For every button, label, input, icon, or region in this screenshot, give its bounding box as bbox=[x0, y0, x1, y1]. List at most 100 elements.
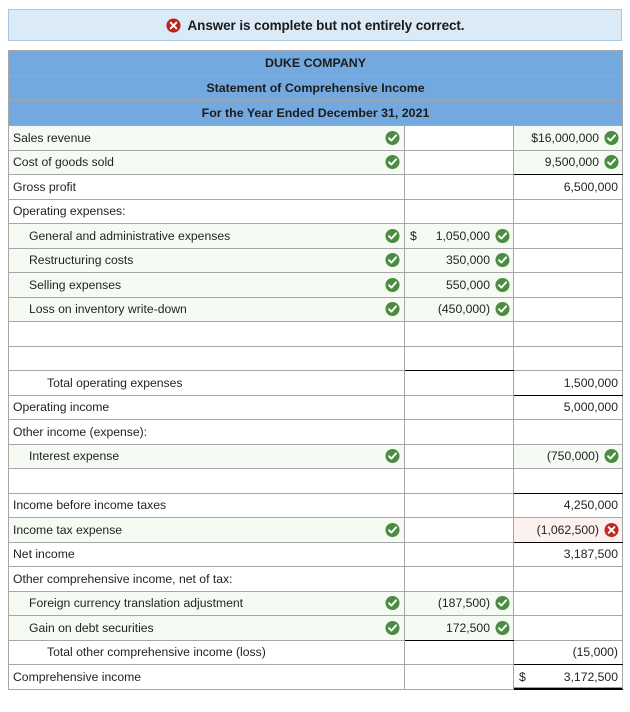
row-right-value-cell bbox=[513, 345, 623, 371]
row-mid-value-cell bbox=[404, 664, 514, 690]
row-label-cell[interactable]: Interest expense bbox=[8, 443, 405, 469]
table-row: Selling expenses 550,000 bbox=[8, 272, 623, 298]
statement-title: Statement of Comprehensive Income bbox=[8, 75, 623, 101]
row-label-cell: Total other comprehensive income (loss) bbox=[8, 639, 405, 665]
grading-status-text: Answer is complete but not entirely corr… bbox=[187, 17, 465, 33]
row-label-cell[interactable]: Gain on debt securities bbox=[8, 615, 405, 641]
check-circle-icon bbox=[495, 228, 510, 243]
row-right-value-cell bbox=[513, 419, 623, 445]
check-circle-icon bbox=[385, 228, 400, 243]
row-label: Comprehensive income bbox=[13, 669, 142, 684]
table-row: Operating income 5,000,000 bbox=[8, 394, 623, 420]
table-row: Net income 3,187,500 bbox=[8, 541, 623, 567]
table-header-title: Statement of Comprehensive Income bbox=[8, 75, 623, 101]
row-label-cell[interactable]: Selling expenses bbox=[8, 272, 405, 298]
row-label: Other income (expense): bbox=[13, 424, 148, 439]
row-right-value-cell bbox=[513, 296, 623, 322]
row-amount: 3,187,500 bbox=[563, 547, 618, 562]
row-mid-value-cell bbox=[404, 541, 514, 567]
row-label-cell: Operating expenses: bbox=[8, 198, 405, 224]
row-label-cell: Operating income bbox=[8, 394, 405, 420]
row-right-value-cell[interactable]: (750,000) bbox=[513, 443, 623, 469]
row-label-cell: Total operating expenses bbox=[8, 370, 405, 396]
row-label-cell: Comprehensive income bbox=[8, 664, 405, 690]
check-circle-icon bbox=[385, 596, 400, 611]
row-right-value-cell: 4,250,000 bbox=[513, 492, 623, 518]
check-circle-icon bbox=[495, 302, 510, 317]
row-label: Net income bbox=[13, 547, 75, 562]
row-amount: $16,000,000 bbox=[531, 130, 599, 145]
table-row: Other comprehensive income, net of tax: bbox=[8, 566, 623, 592]
row-right-value-cell: 3,187,500 bbox=[513, 541, 623, 567]
row-right-value-cell[interactable]: 9,500,000 bbox=[513, 149, 623, 175]
row-label-cell[interactable]: Foreign currency translation adjustment bbox=[8, 590, 405, 616]
row-right-value-cell bbox=[513, 468, 623, 494]
row-mid-value-cell bbox=[404, 566, 514, 592]
row-mid-value-cell[interactable]: $1,050,000 bbox=[404, 223, 514, 249]
table-row: Cost of goods sold 9,500,000 bbox=[8, 149, 623, 175]
row-amount: 1,050,000 bbox=[435, 228, 490, 243]
table-row: Other income (expense): bbox=[8, 419, 623, 445]
row-label: Gross profit bbox=[13, 179, 76, 194]
row-amount: 5,000,000 bbox=[563, 400, 618, 415]
table-spacer-row bbox=[8, 468, 623, 494]
table-header-period: For the Year Ended December 31, 2021 bbox=[8, 100, 623, 126]
row-label-cell: Gross profit bbox=[8, 174, 405, 200]
row-amount: (450,000) bbox=[437, 302, 490, 317]
row-amount: (187,500) bbox=[437, 596, 490, 611]
row-mid-value-cell bbox=[404, 125, 514, 151]
check-circle-icon bbox=[385, 155, 400, 170]
row-label-cell[interactable]: Income tax expense bbox=[8, 517, 405, 543]
row-label: Cost of goods sold bbox=[13, 155, 114, 170]
row-label: Total operating expenses bbox=[47, 375, 183, 390]
row-mid-value-cell bbox=[404, 149, 514, 175]
row-mid-value-cell[interactable]: 350,000 bbox=[404, 247, 514, 273]
row-label-cell bbox=[8, 345, 405, 371]
statement-period: For the Year Ended December 31, 2021 bbox=[8, 100, 623, 126]
row-amount: 9,500,000 bbox=[544, 155, 599, 170]
row-right-value-cell[interactable]: $16,000,000 bbox=[513, 125, 623, 151]
row-label: General and administrative expenses bbox=[29, 228, 231, 243]
table-row: Income before income taxes 4,250,000 bbox=[8, 492, 623, 518]
currency-symbol: $ bbox=[519, 669, 526, 684]
row-label-cell[interactable]: Loss on inventory write-down bbox=[8, 296, 405, 322]
check-circle-icon bbox=[495, 596, 510, 611]
check-circle-icon bbox=[385, 130, 400, 145]
row-label-cell: Other income (expense): bbox=[8, 419, 405, 445]
table-body: DUKE COMPANY Statement of Comprehensive … bbox=[8, 50, 623, 690]
row-right-value-cell: $3,172,500 bbox=[513, 664, 623, 690]
row-mid-value-cell[interactable]: 550,000 bbox=[404, 272, 514, 298]
row-label-cell[interactable]: Cost of goods sold bbox=[8, 149, 405, 175]
row-label-cell[interactable]: Sales revenue bbox=[8, 125, 405, 151]
row-label-cell[interactable]: General and administrative expenses bbox=[8, 223, 405, 249]
row-mid-value-cell bbox=[404, 370, 514, 396]
check-circle-icon bbox=[385, 302, 400, 317]
table-spacer-row bbox=[8, 321, 623, 347]
row-right-value-cell[interactable]: (1,062,500) bbox=[513, 517, 623, 543]
row-mid-value-cell[interactable]: (187,500) bbox=[404, 590, 514, 616]
row-mid-value-cell[interactable]: 172,500 bbox=[404, 615, 514, 641]
row-mid-value-cell[interactable]: (450,000) bbox=[404, 296, 514, 322]
check-circle-icon bbox=[385, 522, 400, 537]
row-label: Loss on inventory write-down bbox=[29, 302, 187, 317]
row-mid-value-cell bbox=[404, 345, 514, 371]
row-label-cell[interactable]: Restructuring costs bbox=[8, 247, 405, 273]
row-label: Restructuring costs bbox=[29, 253, 134, 268]
row-mid-value-cell bbox=[404, 468, 514, 494]
row-mid-value-cell bbox=[404, 492, 514, 518]
table-row: Income tax expense (1,062,500) bbox=[8, 517, 623, 543]
table-row: Gain on debt securities 172,500 bbox=[8, 615, 623, 641]
currency-symbol: $ bbox=[410, 228, 417, 243]
row-right-value-cell: 5,000,000 bbox=[513, 394, 623, 420]
check-circle-icon bbox=[385, 277, 400, 292]
check-circle-icon bbox=[604, 449, 619, 464]
row-amount: 172,500 bbox=[445, 620, 490, 635]
row-label: Income tax expense bbox=[13, 522, 123, 537]
row-right-value-cell bbox=[513, 198, 623, 224]
table-row: Total operating expenses 1,500,000 bbox=[8, 370, 623, 396]
row-mid-value-cell bbox=[404, 174, 514, 200]
company-name: DUKE COMPANY bbox=[8, 50, 623, 76]
row-mid-value-cell bbox=[404, 443, 514, 469]
table-spacer-row bbox=[8, 345, 623, 371]
table-row: General and administrative expenses $1,05… bbox=[8, 223, 623, 249]
